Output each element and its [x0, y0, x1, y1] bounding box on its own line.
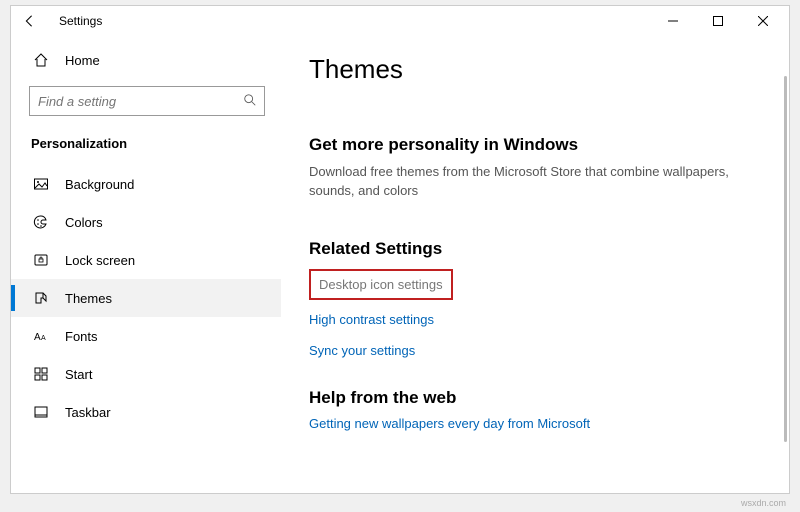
link-desktop-icon-settings[interactable]: Desktop icon settings — [309, 269, 453, 300]
sidebar-item-fonts[interactable]: AA Fonts — [11, 317, 281, 355]
sidebar-item-lockscreen[interactable]: Lock screen — [11, 241, 281, 279]
arrow-left-icon — [22, 14, 36, 28]
sidebar-home-label: Home — [65, 53, 100, 68]
sidebar-item-label: Lock screen — [65, 253, 135, 268]
settings-window: Settings Home Personalization Background — [10, 5, 790, 494]
personality-description: Download free themes from the Microsoft … — [309, 163, 749, 201]
sidebar-item-label: Themes — [65, 291, 112, 306]
sidebar-item-label: Fonts — [65, 329, 98, 344]
sidebar: Home Personalization Background Colors L — [11, 36, 281, 493]
sidebar-item-colors[interactable]: Colors — [11, 203, 281, 241]
related-heading: Related Settings — [309, 239, 749, 259]
sidebar-item-themes[interactable]: Themes — [11, 279, 281, 317]
home-icon — [31, 52, 51, 68]
link-high-contrast-settings[interactable]: High contrast settings — [309, 312, 749, 327]
themes-icon — [31, 290, 51, 306]
lock-icon — [31, 252, 51, 268]
start-icon — [31, 366, 51, 382]
related-settings-block: Related Settings Desktop icon settings H… — [309, 239, 749, 358]
svg-text:A: A — [41, 335, 46, 342]
search-input[interactable] — [29, 86, 265, 116]
link-wallpapers-help[interactable]: Getting new wallpapers every day from Mi… — [309, 416, 749, 431]
page-title: Themes — [309, 54, 749, 85]
maximize-icon — [713, 16, 723, 26]
window-controls — [650, 7, 785, 35]
link-sync-settings[interactable]: Sync your settings — [309, 343, 749, 358]
personality-heading: Get more personality in Windows — [309, 135, 749, 155]
sidebar-home[interactable]: Home — [11, 42, 281, 78]
maximize-button[interactable] — [695, 7, 740, 35]
close-button[interactable] — [740, 7, 785, 35]
window-body: Home Personalization Background Colors L — [11, 36, 789, 493]
content-area: Themes Get more personality in Windows D… — [281, 36, 789, 493]
sidebar-item-taskbar[interactable]: Taskbar — [11, 393, 281, 431]
sidebar-item-label: Start — [65, 367, 92, 382]
picture-icon — [31, 176, 51, 192]
palette-icon — [31, 214, 51, 230]
help-heading: Help from the web — [309, 388, 749, 408]
minimize-icon — [668, 16, 678, 26]
scrollbar-thumb[interactable] — [784, 76, 787, 442]
titlebar: Settings — [11, 6, 789, 36]
watermark: wsxdn.com — [741, 498, 786, 508]
svg-text:A: A — [34, 332, 41, 343]
taskbar-icon — [31, 404, 51, 420]
close-icon — [758, 16, 768, 26]
search-wrap — [29, 86, 265, 116]
window-title: Settings — [59, 14, 102, 28]
sidebar-nav: Background Colors Lock screen Themes AA … — [11, 165, 281, 431]
minimize-button[interactable] — [650, 7, 695, 35]
sidebar-item-label: Taskbar — [65, 405, 111, 420]
sidebar-item-start[interactable]: Start — [11, 355, 281, 393]
sidebar-item-label: Background — [65, 177, 134, 192]
sidebar-item-background[interactable]: Background — [11, 165, 281, 203]
sidebar-section-label: Personalization — [11, 128, 281, 165]
back-button[interactable] — [15, 7, 43, 35]
sidebar-item-label: Colors — [65, 215, 103, 230]
fonts-icon: AA — [31, 328, 51, 344]
scrollbar[interactable] — [783, 76, 787, 483]
